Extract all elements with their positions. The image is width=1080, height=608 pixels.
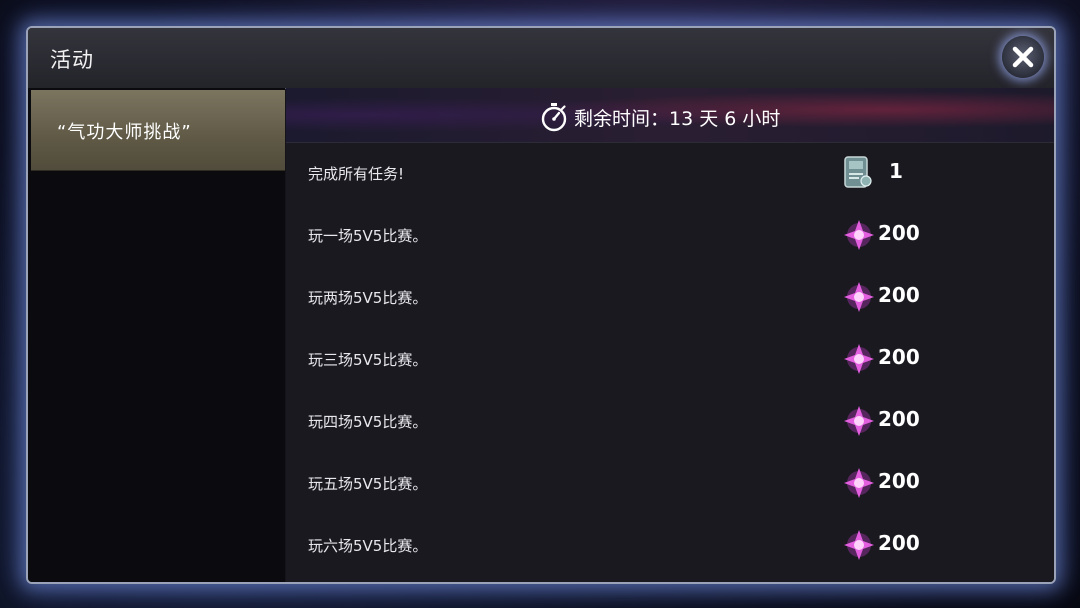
task-row: 完成所有任务! 1 — [286, 142, 1054, 204]
reward-amount: 1 — [889, 159, 903, 183]
task-text: 完成所有任务! — [308, 165, 405, 183]
purple-crystal-icon — [844, 220, 874, 250]
close-icon — [1012, 46, 1034, 68]
title-bar: 活动 — [28, 28, 1054, 89]
reward-amount: 200 — [878, 283, 920, 307]
window-title: 活动 — [50, 48, 94, 72]
task-panel: 剩余时间：13 天 6 小时 完成所有任务! 1 玩一场5V5比赛。 200 玩… — [286, 88, 1054, 582]
remaining-time: 剩余时间：13 天 6 小时 — [540, 102, 780, 132]
remaining-time-label: 剩余时间：13 天 6 小时 — [574, 107, 781, 130]
task-text: 玩六场5V5比赛。 — [308, 537, 428, 555]
event-banner: 剩余时间：13 天 6 小时 — [286, 88, 1054, 143]
reward-amount: 200 — [878, 531, 920, 555]
task-row: 玩六场5V5比赛。 200 — [286, 514, 1054, 576]
sidebar-item-label: “气功大师挑战” — [57, 122, 192, 143]
task-row: 玩两场5V5比赛。 200 — [286, 266, 1054, 328]
purple-crystal-icon — [844, 468, 874, 498]
reward-amount: 200 — [878, 469, 920, 493]
sidebar-item-qigong-challenge[interactable]: “气功大师挑战” — [31, 90, 285, 171]
reward-amount: 200 — [878, 345, 920, 369]
task-row: 玩一场5V5比赛。 200 — [286, 204, 1054, 266]
purple-crystal-icon — [844, 530, 874, 560]
purple-crystal-icon — [844, 282, 874, 312]
purple-crystal-icon — [844, 344, 874, 374]
task-row: 玩五场5V5比赛。 200 — [286, 452, 1054, 514]
task-text: 玩三场5V5比赛。 — [308, 351, 428, 369]
close-button[interactable] — [1002, 36, 1044, 78]
scroll-token-icon — [844, 156, 872, 188]
purple-crystal-icon — [844, 406, 874, 436]
task-text: 玩一场5V5比赛。 — [308, 227, 428, 245]
reward-amount: 200 — [878, 407, 920, 431]
sidebar: “气功大师挑战” — [28, 88, 285, 582]
stopwatch-icon — [541, 103, 567, 132]
task-text: 玩两场5V5比赛。 — [308, 289, 428, 307]
task-row: 玩四场5V5比赛。 200 — [286, 390, 1054, 452]
task-text: 玩四场5V5比赛。 — [308, 413, 428, 431]
reward-amount: 200 — [878, 221, 920, 245]
activity-window: 活动 “气功大师挑战” 剩余时间：13 天 6 小时 完成所有任务! 1 玩一场… — [26, 26, 1056, 584]
task-row: 玩三场5V5比赛。 200 — [286, 328, 1054, 390]
task-text: 玩五场5V5比赛。 — [308, 475, 428, 493]
